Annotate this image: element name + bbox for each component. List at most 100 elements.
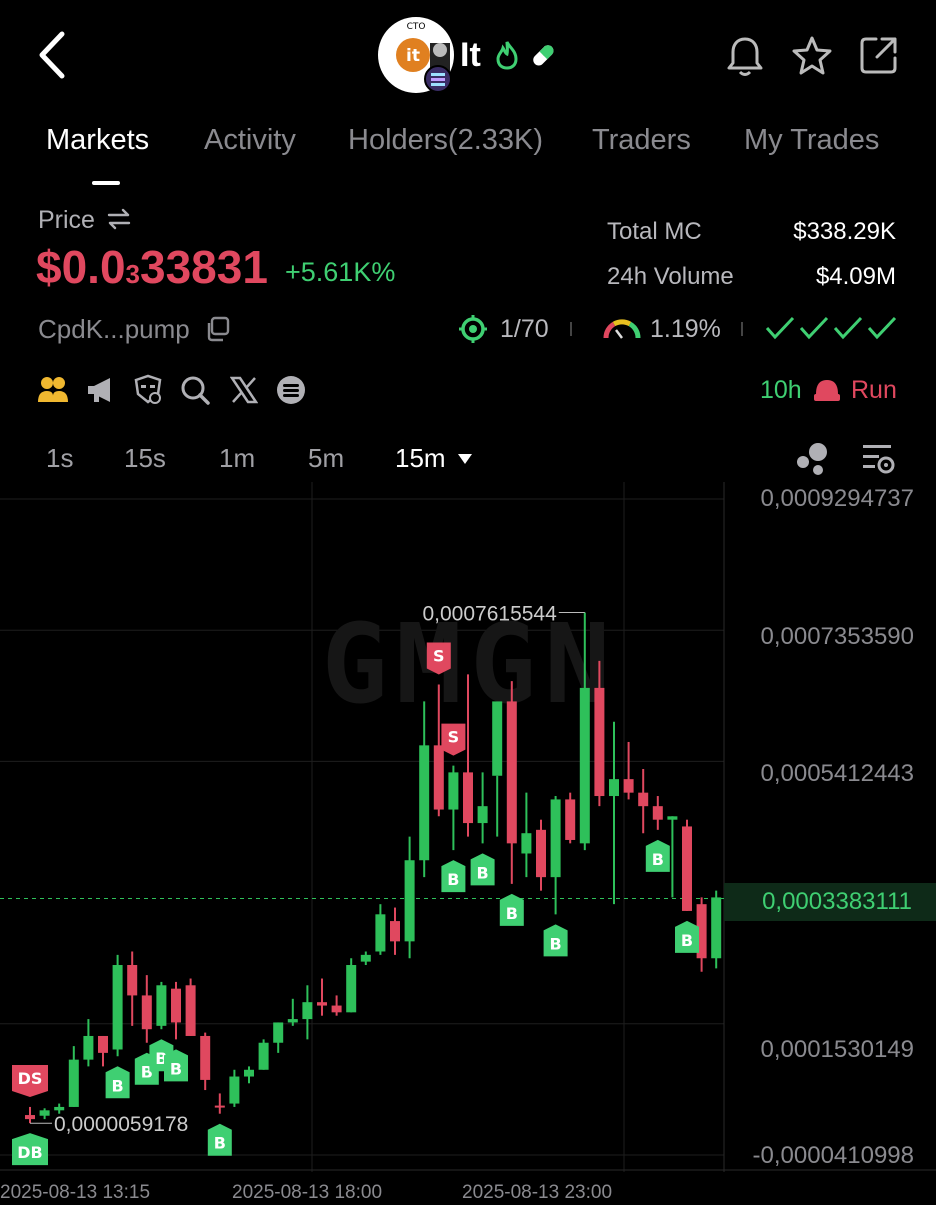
candle-body xyxy=(609,779,619,797)
copy-icon xyxy=(207,316,230,342)
contract-address[interactable]: CpdK...pump xyxy=(38,314,231,345)
tab-markets[interactable]: Markets xyxy=(46,124,149,157)
candle-body xyxy=(506,701,517,844)
timeframe-15m[interactable]: 15m xyxy=(395,443,473,474)
candle-body xyxy=(360,954,371,962)
indicator-dots-icon[interactable] xyxy=(794,442,830,481)
price-change: +5.61K% xyxy=(285,257,396,287)
timeframe-15s[interactable]: 15s xyxy=(124,443,166,474)
gauge-value: 1.19% xyxy=(650,315,721,343)
back-button[interactable] xyxy=(34,30,70,80)
buy-marker: B xyxy=(645,839,670,872)
candle-body xyxy=(346,965,357,1013)
favorite-button[interactable] xyxy=(790,34,834,83)
dev-icon[interactable] xyxy=(38,376,68,409)
marker-label: B xyxy=(111,1076,123,1095)
max-price-annotation: 0,0007615544 xyxy=(422,602,557,625)
token-logo[interactable]: CTO it xyxy=(378,17,454,93)
x-axis-label: 2025-08-13 23:00 xyxy=(462,1182,613,1203)
buy-marker: DB xyxy=(12,1133,48,1166)
marker-label: B xyxy=(476,863,488,882)
candle-body xyxy=(127,965,138,996)
x-icon[interactable] xyxy=(229,376,259,409)
candle-body xyxy=(156,985,167,1026)
candle-body xyxy=(711,897,722,959)
marker-label: DS xyxy=(18,1069,43,1088)
sell-marker: S xyxy=(441,723,466,756)
security-checks xyxy=(765,313,899,348)
candle-body xyxy=(331,1005,342,1013)
marker-label: B xyxy=(506,904,518,923)
timeframe-5m[interactable]: 5m xyxy=(308,443,344,474)
tab-my-trades[interactable]: My Trades xyxy=(744,124,879,157)
run-status: Run xyxy=(851,376,897,404)
marker-label: B xyxy=(549,934,561,953)
candle-body xyxy=(667,816,678,820)
buy-marker: B xyxy=(105,1066,130,1099)
marker-label: S xyxy=(448,728,460,747)
candle-body xyxy=(375,914,386,952)
mask-icon[interactable] xyxy=(132,374,164,411)
candle-body xyxy=(419,745,430,861)
x-axis-label: 2025-08-13 13:15 xyxy=(0,1182,151,1203)
tab-activity[interactable]: Activity xyxy=(204,124,296,157)
share-button[interactable] xyxy=(858,34,900,81)
buy-marker: B xyxy=(441,860,466,893)
candle-body xyxy=(171,988,181,1023)
candle-body xyxy=(68,1059,79,1107)
y-axis-label: 0,0007353590 xyxy=(760,623,915,650)
candlestick-chart[interactable]: GMGN DSDBBBBBBSSBBBBBB 0,00076155440,000… xyxy=(0,482,936,1200)
divider xyxy=(570,322,572,336)
total-mc-label: Total MC xyxy=(607,218,702,245)
candle-body xyxy=(477,806,488,824)
y-axis-label: -0,0000410998 xyxy=(752,1142,914,1169)
sell-marker: DS xyxy=(12,1064,48,1097)
candle-body xyxy=(200,1035,211,1080)
price-value: $0.0333831 xyxy=(36,241,268,293)
timeframe-1m[interactable]: 1m xyxy=(219,443,255,474)
candle-body xyxy=(302,1002,313,1020)
candle-body xyxy=(83,1035,94,1060)
sell-marker: S xyxy=(426,642,451,675)
total-mc-value: $338.29K xyxy=(793,218,896,245)
y-axis-label: 0,0009294737 xyxy=(760,485,915,512)
cap-icon xyxy=(812,376,842,409)
candle-body xyxy=(112,965,123,1050)
candle-body xyxy=(550,799,561,878)
telegram-icon[interactable] xyxy=(276,375,306,410)
svg-text:it: it xyxy=(406,46,420,66)
candle-body xyxy=(404,860,415,942)
tab-holders[interactable]: Holders(2.33K) xyxy=(348,124,543,157)
tab-traders[interactable]: Traders xyxy=(592,124,691,157)
candle-body xyxy=(638,792,649,807)
marker-label: DB xyxy=(17,1143,42,1162)
caret-down-icon xyxy=(457,454,472,464)
target-icon xyxy=(458,314,488,349)
bell-icon xyxy=(727,37,763,76)
y-axis-label: 0,0001530149 xyxy=(760,1036,915,1063)
candle-body xyxy=(229,1076,240,1104)
price-label[interactable]: Price xyxy=(38,206,132,235)
megaphone-icon[interactable] xyxy=(86,376,114,409)
notifications-button[interactable] xyxy=(726,36,764,83)
candle-body xyxy=(463,772,473,824)
chart-area[interactable]: GMGN DS DB B B B B B S S B B B B B B 0,0007615544 0,000… xyxy=(0,482,936,1200)
timeframe-1s[interactable]: 1s xyxy=(46,443,73,474)
candle-body xyxy=(185,985,196,1036)
y-axis-label: 0,0005412443 xyxy=(760,760,915,787)
share-icon xyxy=(860,37,897,74)
buy-marker: B xyxy=(543,924,568,957)
x-axis-label: 2025-08-13 18:00 xyxy=(232,1182,383,1203)
marker-label: B xyxy=(681,931,693,950)
buy-marker: B xyxy=(164,1049,188,1082)
target-value: 1/70 xyxy=(500,315,549,343)
chart-settings-icon[interactable] xyxy=(860,442,896,481)
candle-body xyxy=(273,1022,284,1043)
fire-icon xyxy=(494,40,520,75)
candle-body xyxy=(317,1002,327,1006)
divider xyxy=(741,322,743,336)
volume-value: $4.09M xyxy=(815,263,896,290)
search-icon[interactable] xyxy=(180,375,210,410)
candle-body xyxy=(565,799,576,840)
current-price-label: 0,0003383111 xyxy=(762,888,912,915)
